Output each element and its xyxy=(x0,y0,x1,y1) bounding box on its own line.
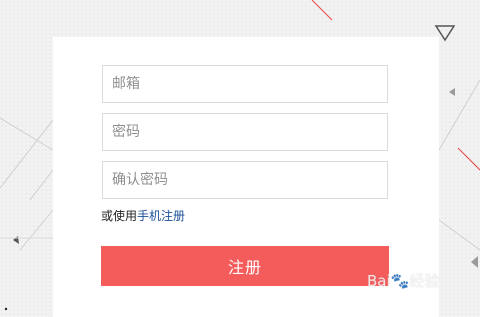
watermark: Bai🐾经验 xyxy=(367,272,440,290)
password-field-box xyxy=(102,113,388,151)
confirm-password-field-box xyxy=(102,161,388,199)
email-field-box xyxy=(102,65,388,103)
alt-register-line: 或使用手机注册 xyxy=(101,207,185,224)
password-field[interactable] xyxy=(103,114,387,150)
email-field[interactable] xyxy=(103,66,387,102)
register-button[interactable]: 注册 xyxy=(101,246,389,286)
phone-register-link[interactable]: 手机注册 xyxy=(137,209,185,223)
confirm-password-field[interactable] xyxy=(103,162,387,198)
alt-register-prefix: 或使用 xyxy=(101,209,138,223)
